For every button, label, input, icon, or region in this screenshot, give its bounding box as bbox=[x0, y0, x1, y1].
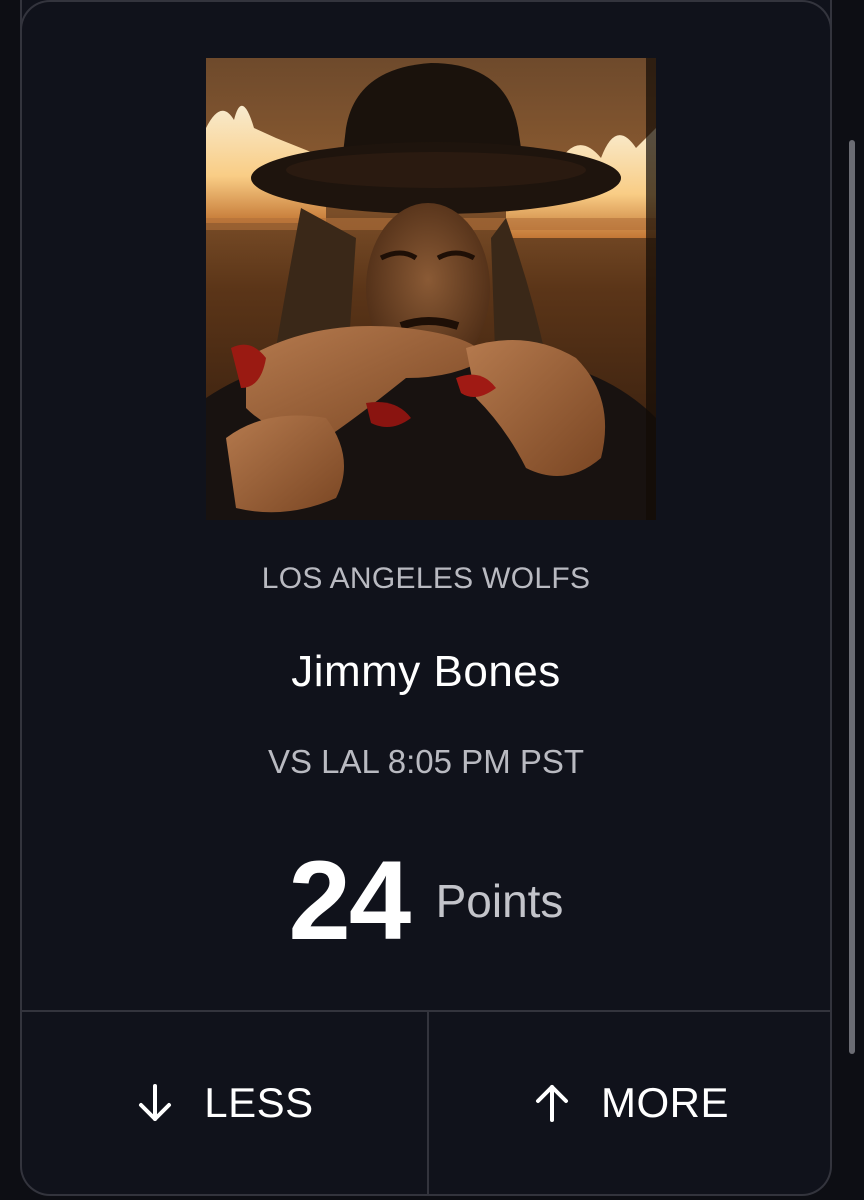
page: LOS ANGELES WOLFS Jimmy Bones VS LAL 8:0… bbox=[0, 0, 864, 1200]
arrow-up-icon bbox=[531, 1082, 573, 1124]
more-button-label: MORE bbox=[601, 1079, 729, 1126]
team-name: LOS ANGELES WOLFS bbox=[261, 562, 591, 595]
matchup-time: VS LAL 8:05 PM PST bbox=[267, 743, 585, 780]
stat-unit: Points bbox=[435, 874, 564, 927]
less-button-label: LESS bbox=[204, 1079, 314, 1126]
scrollbar[interactable] bbox=[849, 140, 855, 1054]
arrow-down-icon bbox=[134, 1082, 176, 1124]
stat-line: 24 Points bbox=[22, 836, 830, 965]
more-button[interactable]: MORE bbox=[428, 1012, 830, 1194]
player-photo bbox=[206, 58, 656, 520]
stat-value: 24 bbox=[288, 838, 412, 963]
less-button[interactable]: LESS bbox=[22, 1012, 426, 1194]
player-prop-card: LOS ANGELES WOLFS Jimmy Bones VS LAL 8:0… bbox=[20, 0, 832, 1196]
player-name: Jimmy Bones bbox=[291, 647, 561, 696]
